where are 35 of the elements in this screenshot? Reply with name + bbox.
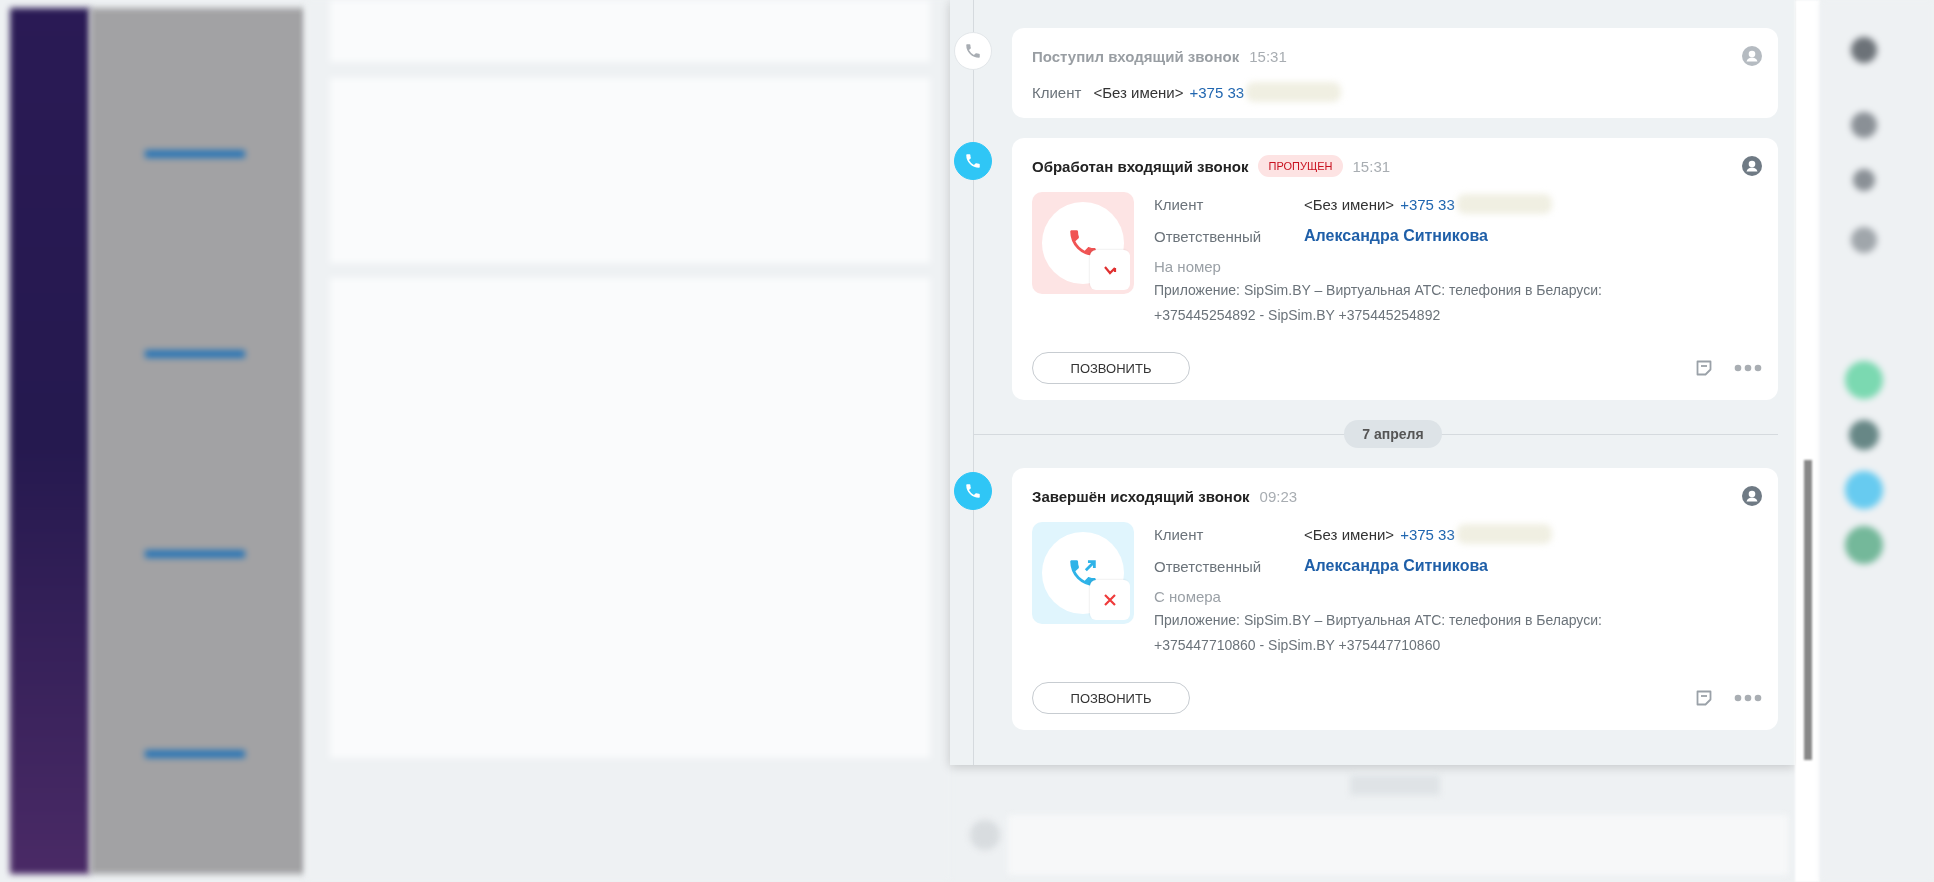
field-label: Клиент [1032,83,1082,101]
call-button[interactable]: ПОЗВОНИТЬ [1032,682,1190,714]
field-label: Клиент [1154,525,1205,543]
client-name: <Без имени> [1304,525,1395,543]
client-name: <Без имени> [1093,83,1184,101]
number-description: Приложение: SipSim.BY – Виртуальная АТС: телефония в Беларуси: +375447710860 - SipSim.BY +375447710860 [1154,611,1603,655]
field-label: Клиент [1154,195,1205,213]
phone-link[interactable]: +375 33 [1189,83,1245,101]
user-avatar-icon [1742,46,1762,66]
field-label: Ответственный [1154,557,1263,575]
event-title: Завершён исходящий звонок [1032,487,1250,505]
event-time: 15:31 [1249,47,1287,65]
call-button[interactable]: ПОЗВОНИТЬ [1032,352,1190,384]
event-time: 09:23 [1259,487,1298,505]
more-icon[interactable] [1734,694,1762,702]
field-label: С номера [1154,588,1222,605]
user-avatar-icon [1742,156,1762,176]
scrollbar[interactable] [1795,0,1820,882]
event-title: Поступил входящий звонок [1032,47,1240,65]
note-icon[interactable] [1694,358,1714,378]
user-avatar-icon [1742,486,1762,506]
phone-link[interactable]: +375 33 [1400,525,1455,543]
field-label: На номер [1154,258,1222,275]
more-icon[interactable] [1734,364,1762,372]
status-badge: ПРОПУЩЕН [1258,155,1343,177]
number-description: Приложение: SipSim.BY – Виртуальная АТС: телефония в Беларуси: +375445254892 - SipSim.BY +375445254892 [1154,281,1603,325]
event-time: 15:31 [1352,157,1391,175]
phone-link[interactable]: +375 33 [1400,195,1455,213]
client-name: <Без имени> [1304,195,1395,213]
note-icon[interactable] [1694,688,1714,708]
responsible-user-link[interactable]: Александра Ситникова [1304,557,1488,575]
responsible-user-link[interactable]: Александра Ситникова [1304,227,1488,245]
field-label: Ответственный [1154,227,1263,245]
event-title: Обработан входящий звонок [1032,157,1249,175]
date-divider-label: 7 апреля [1344,420,1442,448]
